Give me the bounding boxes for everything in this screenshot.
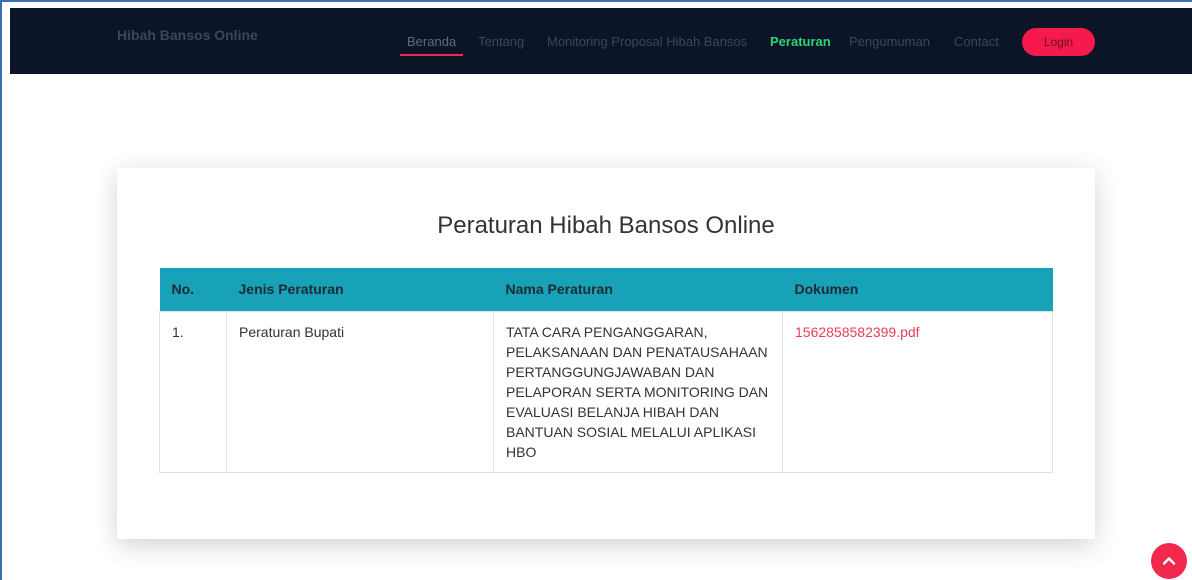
chevron-up-icon — [1162, 557, 1176, 565]
column-header-jenis: Jenis Peraturan — [226, 268, 494, 311]
window-frame-top — [0, 0, 1192, 2]
nav-menu: Beranda Tentang Monitoring Proposal Hiba… — [10, 34, 1192, 58]
nav-link-beranda[interactable]: Beranda — [407, 34, 456, 49]
cell-nama: TATA CARA PENGANGGARAN, PELAKSANAAN DAN … — [493, 310, 783, 473]
nav-link-pengumuman[interactable]: Pengumuman — [849, 34, 930, 49]
top-navbar: Hibah Bansos Online Beranda Tentang Moni… — [10, 8, 1192, 74]
column-header-no: No. — [159, 268, 227, 311]
nav-link-monitoring[interactable]: Monitoring Proposal Hibah Bansos — [547, 34, 747, 49]
table-row: 1. Peraturan Bupati TATA CARA PENGANGGAR… — [159, 310, 1053, 473]
nav-link-peraturan[interactable]: Peraturan — [770, 34, 831, 49]
column-header-dokumen: Dokumen — [782, 268, 1053, 311]
column-header-nama: Nama Peraturan — [493, 268, 783, 311]
peraturan-card: Peraturan Hibah Bansos Online No. Jenis … — [117, 168, 1095, 539]
peraturan-table: No. Jenis Peraturan Nama Peraturan Dokum… — [159, 268, 1053, 473]
scroll-to-top-button[interactable] — [1151, 543, 1187, 579]
nav-link-contact[interactable]: Contact — [954, 34, 999, 49]
document-link[interactable]: 1562858582399.pdf — [795, 324, 920, 340]
nav-link-tentang[interactable]: Tentang — [478, 34, 524, 49]
window-frame-left — [0, 0, 2, 580]
login-button[interactable]: Login — [1022, 28, 1095, 56]
cell-dokumen: 1562858582399.pdf — [782, 310, 1053, 473]
cell-jenis: Peraturan Bupati — [226, 310, 494, 473]
page-title: Peraturan Hibah Bansos Online — [437, 212, 775, 239]
table-header-row: No. Jenis Peraturan Nama Peraturan Dokum… — [159, 268, 1053, 311]
nav-active-underline — [400, 54, 463, 56]
cell-no: 1. — [159, 310, 227, 473]
